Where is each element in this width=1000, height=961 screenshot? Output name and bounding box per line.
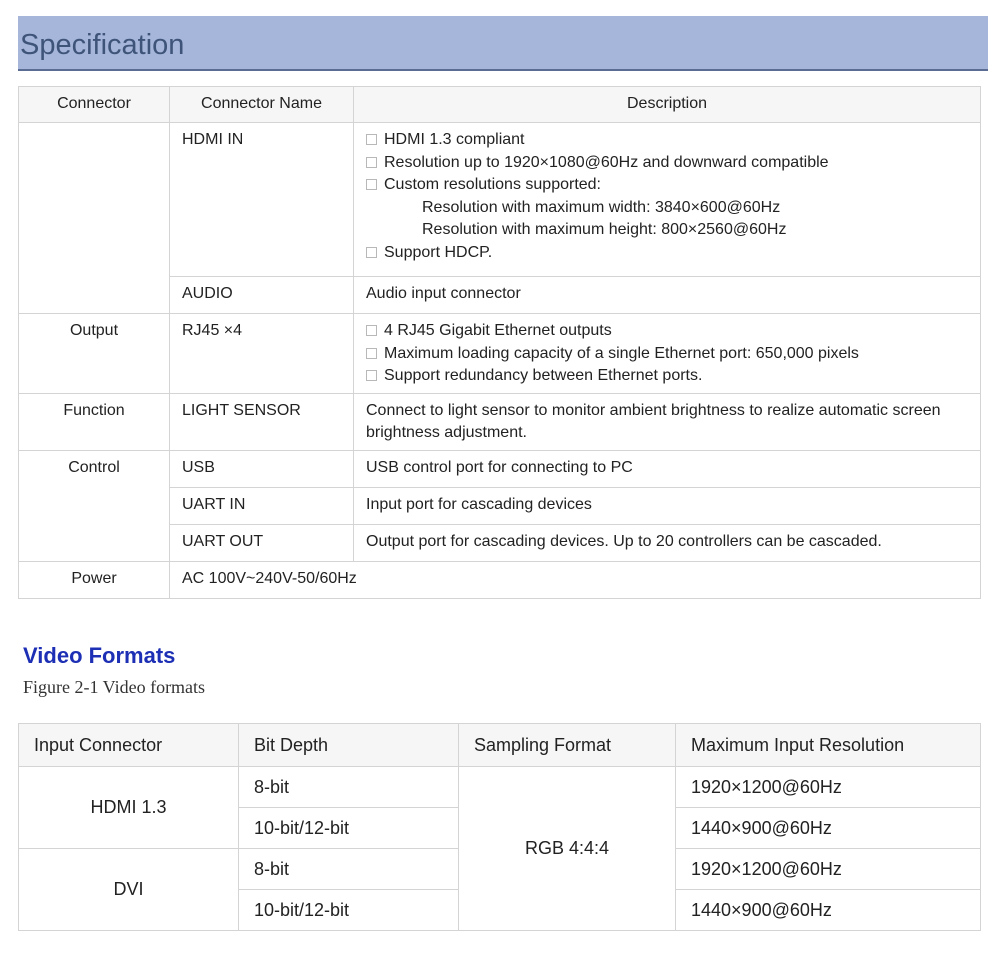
table-row: HDMI IN HDMI 1.3 compliant Resolution up… bbox=[18, 122, 981, 314]
figure-caption: Figure 2-1 Video formats bbox=[23, 677, 206, 697]
connector-name-usb: USB bbox=[169, 449, 354, 488]
checkbox-bullet-icon bbox=[366, 134, 377, 145]
description-uart-out: Output port for cascading devices. Up to… bbox=[353, 523, 981, 562]
input-connector-hdmi: HDMI 1.3 bbox=[18, 766, 239, 849]
video-header-row: Input Connector Bit Depth Sampling Forma… bbox=[18, 723, 981, 767]
table-row: Power AC 100V~240V-50/60Hz bbox=[18, 560, 981, 599]
connector-control: Control bbox=[18, 449, 170, 562]
max-resolution-cell: 1440×900@60Hz bbox=[675, 807, 981, 849]
connector-name-rj45: RJ45 ×4 bbox=[169, 313, 354, 394]
table-row: Control USB USB control port for connect… bbox=[18, 449, 981, 562]
table-row: Output RJ45 ×4 4 RJ45 Gigabit Ethernet o… bbox=[18, 313, 981, 394]
specification-header: Specification bbox=[18, 16, 988, 71]
description-light-sensor: Connect to light sensor to monitor ambie… bbox=[353, 392, 981, 451]
connector-name-uart-out: UART OUT bbox=[169, 523, 354, 562]
specification-table: Connector Connector Name Description HDM… bbox=[18, 86, 981, 599]
list-item: Resolution up to 1920×1080@60Hz and down… bbox=[366, 152, 972, 175]
checkbox-bullet-icon bbox=[366, 370, 377, 381]
col-header-max-resolution: Maximum Input Resolution bbox=[675, 723, 981, 767]
list-item: Support redundancy between Ethernet port… bbox=[366, 365, 972, 388]
video-formats-title: Video Formats bbox=[23, 643, 176, 668]
list-item: HDMI 1.3 compliant bbox=[366, 129, 972, 152]
max-resolution-cell: 1920×1200@60Hz bbox=[675, 848, 981, 890]
checkbox-bullet-icon bbox=[366, 156, 377, 168]
list-item: Support HDCP. bbox=[366, 242, 972, 265]
col-header-connector: Connector bbox=[18, 86, 170, 123]
bit-depth-cell: 10-bit/12-bit bbox=[238, 889, 459, 931]
col-header-description: Description bbox=[353, 86, 981, 123]
checkbox-bullet-icon bbox=[366, 347, 377, 359]
description-usb: USB control port for connecting to PC bbox=[353, 449, 981, 488]
list-item: Custom resolutions supported: bbox=[366, 174, 972, 197]
sub-item: Resolution with maximum height: 800×2560… bbox=[422, 221, 787, 238]
col-header-bit-depth: Bit Depth bbox=[238, 723, 459, 767]
power-value: AC 100V~240V-50/60Hz bbox=[169, 560, 981, 599]
video-formats-table: Input Connector Bit Depth Sampling Forma… bbox=[18, 723, 981, 931]
checkbox-bullet-icon bbox=[366, 179, 377, 190]
connector-name-hdmi-in: HDMI IN bbox=[169, 122, 354, 277]
bit-depth-cell: 8-bit bbox=[238, 766, 459, 808]
table-row: HDMI 1.3 8-bit RGB 4:4:4 1920×1200@60Hz bbox=[18, 766, 981, 931]
max-resolution-cell: 1920×1200@60Hz bbox=[675, 766, 981, 808]
max-resolution-cell: 1440×900@60Hz bbox=[675, 889, 981, 931]
connector-name-light-sensor: LIGHT SENSOR bbox=[169, 392, 354, 451]
connector-output: Output bbox=[18, 313, 170, 394]
connector-power: Power bbox=[18, 560, 170, 599]
checkbox-bullet-icon bbox=[366, 325, 377, 336]
table-row: Function LIGHT SENSOR Connect to light s… bbox=[18, 392, 981, 451]
description-audio: Audio input connector bbox=[353, 276, 981, 314]
connector-name-uart-in: UART IN bbox=[169, 486, 354, 525]
specification-title: Specification bbox=[20, 29, 185, 61]
list-item: 4 RJ45 Gigabit Ethernet outputs bbox=[366, 320, 972, 343]
connector-name-audio: AUDIO bbox=[169, 276, 354, 314]
bit-depth-cell: 10-bit/12-bit bbox=[238, 807, 459, 849]
col-header-connector-name: Connector Name bbox=[169, 86, 354, 123]
input-connector-dvi: DVI bbox=[18, 848, 239, 931]
sampling-format-cell: RGB 4:4:4 bbox=[458, 766, 676, 931]
col-header-sampling-format: Sampling Format bbox=[458, 723, 676, 767]
col-header-input-connector: Input Connector bbox=[18, 723, 239, 767]
checkbox-bullet-icon bbox=[366, 246, 377, 258]
list-item: Maximum loading capacity of a single Eth… bbox=[366, 343, 972, 366]
description-hdmi-in: HDMI 1.3 compliant Resolution up to 1920… bbox=[353, 122, 981, 277]
description-rj45: 4 RJ45 Gigabit Ethernet outputs Maximum … bbox=[353, 313, 981, 394]
connector-function: Function bbox=[18, 392, 170, 451]
sub-item: Resolution with maximum width: 3840×600@… bbox=[422, 198, 781, 216]
spec-header-row: Connector Connector Name Description bbox=[18, 86, 981, 123]
bit-depth-cell: 8-bit bbox=[238, 848, 459, 890]
connector-cell-input bbox=[18, 122, 170, 314]
description-uart-in: Input port for cascading devices bbox=[353, 486, 981, 525]
